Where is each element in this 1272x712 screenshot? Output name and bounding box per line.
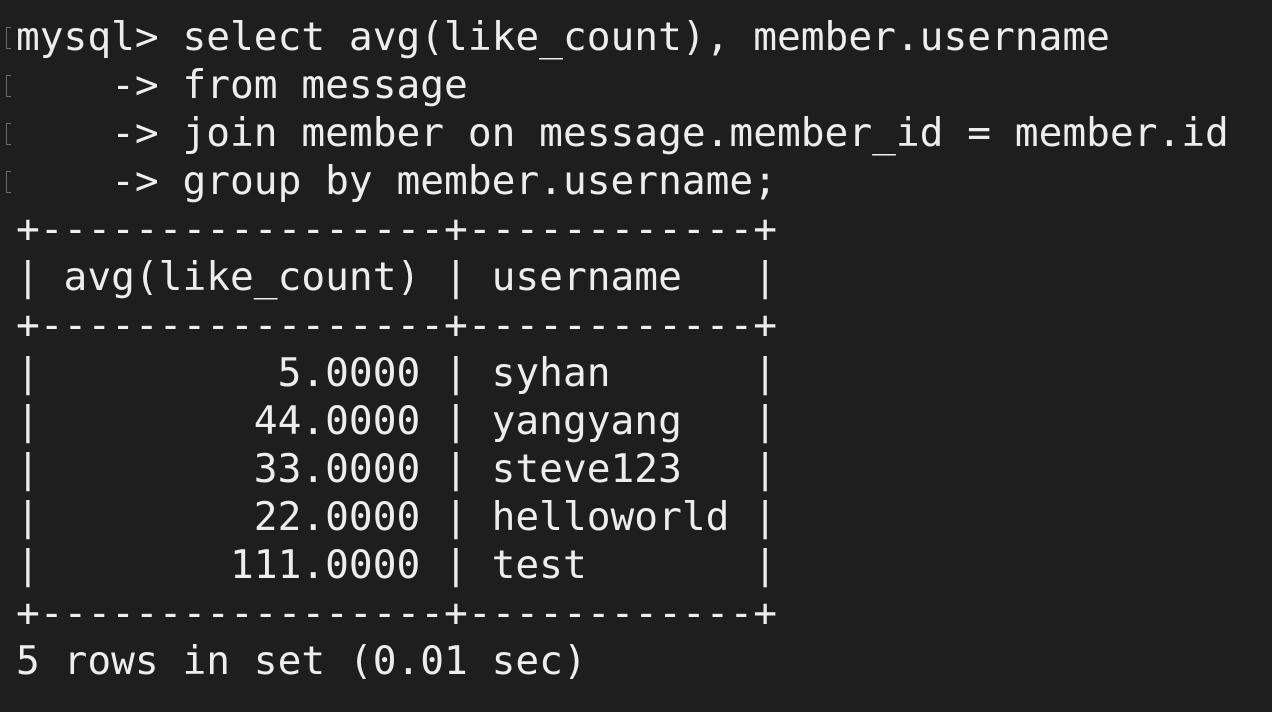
command-text: mysql> select avg(like_count), member.us… [16, 14, 1110, 60]
table-row: | 33.0000 | steve123 | [16, 446, 777, 492]
table-row: | 22.0000 | helloworld | [16, 494, 777, 540]
command-mark [6, 123, 11, 145]
command-text: -> join member on message.member_id = me… [16, 110, 1229, 156]
continuation-line: -> from message [6, 61, 1272, 109]
table-header-row: | avg(like_count) | username | [16, 254, 777, 300]
table-border-header: +-----------------+------------+ [16, 302, 777, 348]
command-mark [6, 27, 11, 49]
result-summary: 5 rows in set (0.01 sec) [16, 638, 587, 684]
prompt-line: mysql> select avg(like_count), member.us… [6, 13, 1272, 61]
table-border-bottom: +-----------------+------------+ [16, 590, 777, 636]
command-mark [6, 75, 11, 97]
terminal-window[interactable]: mysql> select avg(like_count), member.us… [0, 0, 1272, 712]
command-mark [6, 171, 11, 193]
table-row: | 111.0000 | test | [16, 542, 777, 588]
table-border-top: +-----------------+------------+ [16, 206, 777, 252]
command-text: -> from message [16, 62, 468, 108]
table-row: | 5.0000 | syhan | [16, 350, 777, 396]
continuation-line: -> join member on message.member_id = me… [6, 109, 1272, 157]
command-text: -> group by member.username; [16, 158, 777, 204]
table-row: | 44.0000 | yangyang | [16, 398, 777, 444]
continuation-line: -> group by member.username; [6, 157, 1272, 205]
